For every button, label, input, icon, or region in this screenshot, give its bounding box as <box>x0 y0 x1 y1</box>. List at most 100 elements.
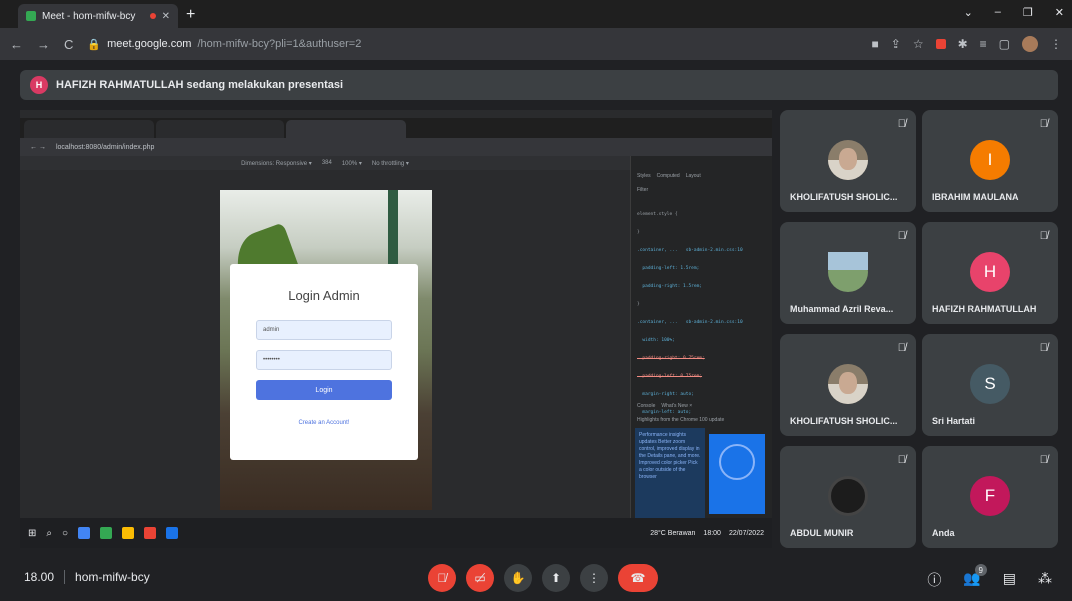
participant-name: KHOLIFATUSH SHOLIC... <box>790 192 898 202</box>
new-tab-button[interactable]: + <box>186 6 195 24</box>
drawer-tab-whats-new: What's New × <box>661 403 693 409</box>
address-bar[interactable]: 🔒 meet.google.com/hom-mifw-bcy?pli=1&aut… <box>87 33 857 55</box>
side-panel-icon[interactable]: ▢ <box>999 37 1010 51</box>
shared-tab <box>24 120 154 138</box>
taskbar-app-icon <box>78 527 91 539</box>
mic-off-icon: 🎙̸ <box>1039 230 1048 242</box>
more-options-button[interactable]: ⋮ <box>580 564 608 592</box>
login-button: Login <box>256 380 392 400</box>
devtools-drawer-tabs: Console What's New × <box>631 400 772 412</box>
devtools-filter-label: Filter <box>637 187 649 193</box>
browser-tab-title: Meet - hom-mifw-bcy <box>42 10 136 22</box>
extensions-puzzle-icon[interactable]: ✱ <box>958 37 968 51</box>
mic-off-icon: 🎙̸ <box>897 342 906 354</box>
maximize-icon[interactable]: ❐ <box>1023 6 1033 19</box>
participant-name: HAFIZH RAHMATULLAH <box>932 304 1037 314</box>
participant-tile[interactable]: 🎙̸ ABDUL MUNIR <box>780 446 916 548</box>
camera-toggle-button[interactable]: ▭̸ <box>466 564 494 592</box>
taskbar-app-icon <box>144 527 157 539</box>
call-controls: 🎙̸ ▭̸ ✋ ⬆ ⋮ ☎ <box>428 564 658 592</box>
code-line: margin-right: auto; <box>637 392 694 397</box>
code-line: .container, ... sb-admin-2.min.css:10 <box>637 248 743 253</box>
shared-screen[interactable]: ← → localhost:8080/admin/index.php Dimen… <box>20 110 772 548</box>
whats-new-illustration <box>709 434 765 514</box>
shared-url: localhost:8080/admin/index.php <box>55 143 155 151</box>
devtools-filter: Filter <box>631 184 772 196</box>
windows-taskbar: ⊞ ⌕ ○ 28°C Berawan 18:00 22/07/2022 <box>20 518 772 548</box>
window-controls: ⌄ – ❐ ✕ <box>964 6 1064 19</box>
browser-tab-meet[interactable]: Meet - hom-mifw-bcy ✕ <box>18 4 178 28</box>
people-button[interactable]: 👥 9 <box>963 564 987 590</box>
more-options-icon: ⋮ <box>588 571 600 585</box>
browser-menu-icon[interactable]: ⋮ <box>1050 37 1062 51</box>
close-window-icon[interactable]: ✕ <box>1055 6 1064 19</box>
username-field: admin <box>256 320 392 340</box>
share-icon[interactable]: ⇪ <box>891 37 901 51</box>
code-line: width: 100%; <box>637 338 675 343</box>
participant-tile[interactable]: 🎙̸ Muhammad Azril Reva... <box>780 222 916 324</box>
participant-name: ABDUL MUNIR <box>790 528 854 538</box>
minimize-icon[interactable]: – <box>995 6 1001 19</box>
participant-tile[interactable]: 🎙̸ I IBRAHIM MAULANA <box>922 110 1058 212</box>
tray-time: 18:00 <box>703 529 721 537</box>
participant-avatar <box>828 252 868 292</box>
participant-tile[interactable]: 🎙̸ S Sri Hartati <box>922 334 1058 436</box>
participant-avatar <box>828 364 868 404</box>
bookmark-star-icon[interactable]: ☆ <box>913 37 924 51</box>
whats-new-heading: Highlights from the Chrome 100 update <box>631 414 772 426</box>
code-line: } <box>637 230 640 235</box>
reload-icon[interactable]: C <box>64 37 73 52</box>
presentation-banner: H HAFIZH RAHMATULLAH sedang melakukan pr… <box>20 70 1058 100</box>
camera-indicator-icon[interactable]: ■ <box>872 37 879 51</box>
meeting-time: 18.00 <box>24 570 55 584</box>
mic-off-icon: 🎙̸ <box>897 454 906 466</box>
system-tray: 28°C Berawan 18:00 22/07/2022 <box>650 530 764 537</box>
task-view-icon: ○ <box>62 527 69 539</box>
meet-control-bar: 18.00 hom-mifw-bcy 🎙̸ ▭̸ ✋ ⬆ ⋮ ☎ ⓘ 👥 9 ▤… <box>0 556 1072 601</box>
end-call-icon: ☎ <box>630 571 646 585</box>
devtools-tab-computed: Computed <box>656 173 680 179</box>
raise-hand-button[interactable]: ✋ <box>504 564 532 592</box>
code-line: element.style { <box>637 212 678 217</box>
meet-favicon-icon <box>26 11 36 21</box>
windows-start-icon: ⊞ <box>28 527 37 539</box>
whats-new-heading-text: Highlights from the Chrome 100 update <box>637 417 725 423</box>
end-call-button[interactable]: ☎ <box>618 564 658 592</box>
shared-tab-active <box>286 120 406 138</box>
participant-tile[interactable]: 🎙̸ KHOLIFATUSH SHOLIC... <box>780 110 916 212</box>
forward-arrow-icon[interactable]: → <box>37 37 50 52</box>
taskbar-app-icon <box>122 527 135 539</box>
login-title: Login Admin <box>288 288 360 303</box>
tab-search-icon[interactable]: ⌄ <box>964 6 973 19</box>
mic-toggle-button[interactable]: 🎙̸ <box>428 564 456 592</box>
meeting-code: hom-mifw-bcy <box>75 570 150 584</box>
code-line: padding-left: 0.75rem; <box>637 374 703 379</box>
reading-list-icon[interactable]: ≡ <box>980 37 987 51</box>
illustration-ring <box>719 444 755 480</box>
mic-off-icon: 🎙̸ <box>897 230 906 242</box>
mic-off-icon: 🎙̸ <box>897 118 906 130</box>
participant-tile-self[interactable]: 🎙̸ F Anda <box>922 446 1058 548</box>
browser-toolbar: ← → C 🔒 meet.google.com/hom-mifw-bcy?pli… <box>0 28 1072 60</box>
close-tab-icon[interactable]: ✕ <box>162 11 170 22</box>
meeting-details-button[interactable]: ⓘ <box>927 570 941 590</box>
chat-icon: ▤ <box>1002 570 1016 586</box>
url-host: meet.google.com <box>107 38 192 50</box>
profile-avatar[interactable] <box>1022 36 1038 52</box>
participant-tile[interactable]: 🎙̸ H HAFIZH RAHMATULLAH <box>922 222 1058 324</box>
participant-tile[interactable]: 🎙̸ KHOLIFATUSH SHOLIC... <box>780 334 916 436</box>
throttle-selector: No throttling ▾ <box>371 160 409 167</box>
back-arrow-icon[interactable]: ← <box>10 37 23 52</box>
extension-icon[interactable] <box>935 39 946 49</box>
whats-new-content: Performance insights updates Better zoom… <box>635 428 769 518</box>
activities-button[interactable]: ⁂ <box>1038 570 1052 590</box>
device-toolbar: Dimensions: Responsive ▾ 384 100% ▾ No t… <box>20 156 630 170</box>
shared-back-icon: ← → <box>30 143 46 151</box>
lock-icon: 🔒 <box>87 38 102 51</box>
code-line: } <box>637 302 640 307</box>
present-button[interactable]: ⬆ <box>542 564 570 592</box>
participant-name: IBRAHIM MAULANA <box>932 192 1019 202</box>
shared-browser-tabs <box>20 118 772 138</box>
chat-button[interactable]: ▤ <box>1003 570 1016 590</box>
weather-text: 28°C Berawan <box>650 529 696 537</box>
